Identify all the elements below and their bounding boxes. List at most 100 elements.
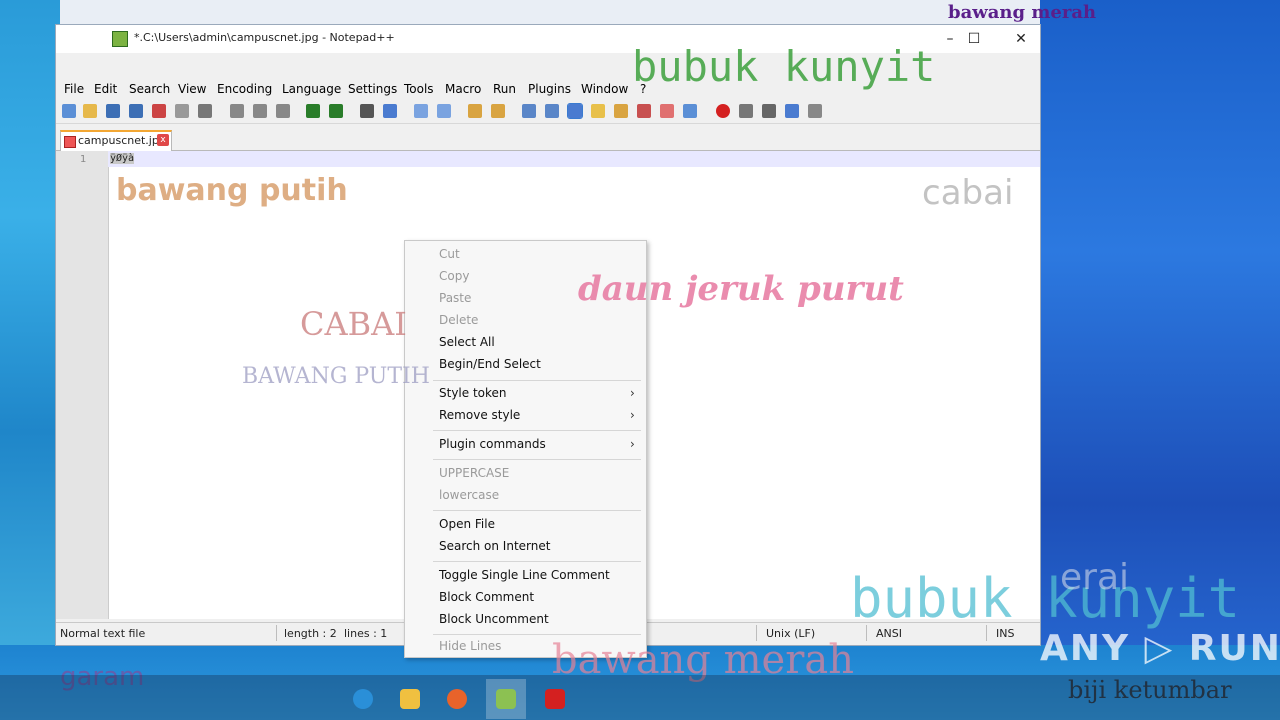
ctx-cut[interactable]: Cut <box>439 247 460 261</box>
ctx-plugin-commands[interactable]: Plugin commands <box>439 437 546 451</box>
menu-separator <box>433 380 641 381</box>
paste-icon[interactable] <box>276 104 290 118</box>
menu-macro[interactable]: Macro <box>445 82 481 96</box>
tab-bar: campuscnet.jpg x <box>56 128 1040 151</box>
line-number: 1 <box>80 154 87 165</box>
zoom-in-icon[interactable] <box>414 104 428 118</box>
function-list-icon[interactable] <box>637 104 651 118</box>
close-button[interactable]: ✕ <box>1001 28 1041 50</box>
ctx-copy[interactable]: Copy <box>439 269 469 283</box>
show-all-chars-icon[interactable] <box>545 104 559 118</box>
stop-record-icon[interactable] <box>739 104 753 118</box>
taskbar-app[interactable] <box>535 679 575 719</box>
taskbar-explorer[interactable] <box>390 679 430 719</box>
app-icon <box>545 689 565 709</box>
window-title: *.C:\Users\admin\campuscnet.jpg - Notepa… <box>134 31 395 44</box>
taskbar-edge[interactable] <box>343 679 383 719</box>
status-separator <box>866 625 867 641</box>
menu-tools[interactable]: Tools <box>404 82 434 96</box>
ctx-style-token[interactable]: Style token <box>439 386 507 400</box>
ctx-hide-lines[interactable]: Hide Lines <box>439 639 501 653</box>
lang-icon[interactable] <box>591 104 605 118</box>
close-all-icon[interactable] <box>175 104 189 118</box>
edge-icon <box>353 689 373 709</box>
status-eol: Unix (LF) <box>766 627 816 640</box>
submenu-arrow-icon: › <box>630 408 635 422</box>
ctx-delete[interactable]: Delete <box>439 313 478 327</box>
menu-file[interactable]: File <box>64 82 84 96</box>
status-insert-mode: INS <box>996 627 1015 640</box>
menu-help[interactable]: ? <box>640 82 646 96</box>
folder-workspace-icon[interactable] <box>660 104 674 118</box>
find-icon[interactable] <box>360 104 374 118</box>
menu-separator <box>433 634 641 635</box>
editor-text[interactable]: ÿØÿà <box>110 153 135 164</box>
close-file-icon[interactable] <box>152 104 166 118</box>
ctx-paste[interactable]: Paste <box>439 291 471 305</box>
cut-icon[interactable] <box>230 104 244 118</box>
taskbar-firefox[interactable] <box>437 679 477 719</box>
ctx-toggle-comment[interactable]: Toggle Single Line Comment <box>439 568 610 582</box>
status-lines: lines : 1 <box>344 627 388 640</box>
menu-search[interactable]: Search <box>129 82 170 96</box>
bg-left-band <box>0 0 60 720</box>
ctx-select-all[interactable]: Select All <box>439 335 495 349</box>
menu-bar: File Edit Search View Encoding Language … <box>56 79 1040 99</box>
status-encoding: ANSI <box>876 627 902 640</box>
ctx-begin-end-select[interactable]: Begin/End Select <box>439 357 541 371</box>
record-macro-icon[interactable] <box>716 104 730 118</box>
taskbar-notepadpp[interactable] <box>486 679 526 719</box>
bg-right-band <box>1040 0 1280 720</box>
ctx-block-uncomment[interactable]: Block Uncomment <box>439 612 549 626</box>
sync-v-icon[interactable] <box>468 104 482 118</box>
menu-separator <box>433 430 641 431</box>
context-menu: Cut Copy Paste Delete Select All Begin/E… <box>404 240 647 658</box>
menu-view[interactable]: View <box>178 82 206 96</box>
ctx-uppercase[interactable]: UPPERCASE <box>439 466 509 480</box>
open-file-icon[interactable] <box>83 104 97 118</box>
word-wrap-icon[interactable] <box>522 104 536 118</box>
new-file-icon[interactable] <box>62 104 76 118</box>
notepadpp-icon <box>496 689 516 709</box>
menu-separator <box>433 510 641 511</box>
menu-encoding[interactable]: Encoding <box>217 82 272 96</box>
menu-settings[interactable]: Settings <box>348 82 397 96</box>
tab-label: campuscnet.jpg <box>78 134 166 147</box>
run-macro-multiple-icon[interactable] <box>785 104 799 118</box>
submenu-arrow-icon: › <box>630 386 635 400</box>
doc-map-icon[interactable] <box>614 104 628 118</box>
tab-campuscnet[interactable]: campuscnet.jpg x <box>60 130 172 151</box>
ctx-block-comment[interactable]: Block Comment <box>439 590 534 604</box>
menu-edit[interactable]: Edit <box>94 82 117 96</box>
menu-window[interactable]: Window <box>581 82 628 96</box>
monitoring-icon[interactable] <box>683 104 697 118</box>
submenu-arrow-icon: › <box>630 437 635 451</box>
ctx-remove-style[interactable]: Remove style <box>439 408 520 422</box>
status-file-type: Normal text file <box>60 627 146 640</box>
save-icon[interactable] <box>106 104 120 118</box>
zoom-out-icon[interactable] <box>437 104 451 118</box>
status-separator <box>986 625 987 641</box>
indent-guide-icon[interactable] <box>567 103 583 119</box>
redo-icon[interactable] <box>329 104 343 118</box>
menu-language[interactable]: Language <box>282 82 341 96</box>
toolbar <box>56 99 1040 124</box>
save-macro-icon[interactable] <box>808 104 822 118</box>
maximize-button[interactable]: ☐ <box>954 28 994 50</box>
current-line-highlight <box>108 151 1040 167</box>
save-all-icon[interactable] <box>129 104 143 118</box>
print-icon[interactable] <box>198 104 212 118</box>
ctx-lowercase[interactable]: lowercase <box>439 488 499 502</box>
play-macro-icon[interactable] <box>762 104 776 118</box>
menu-plugins[interactable]: Plugins <box>528 82 571 96</box>
status-length: length : 2 <box>284 627 337 640</box>
notepadpp-icon <box>112 31 128 47</box>
ctx-search-internet[interactable]: Search on Internet <box>439 539 550 553</box>
sync-h-icon[interactable] <box>491 104 505 118</box>
menu-run[interactable]: Run <box>493 82 516 96</box>
tab-close-icon[interactable]: x <box>157 134 169 146</box>
undo-icon[interactable] <box>306 104 320 118</box>
copy-icon[interactable] <box>253 104 267 118</box>
ctx-open-file[interactable]: Open File <box>439 517 495 531</box>
replace-icon[interactable] <box>383 104 397 118</box>
